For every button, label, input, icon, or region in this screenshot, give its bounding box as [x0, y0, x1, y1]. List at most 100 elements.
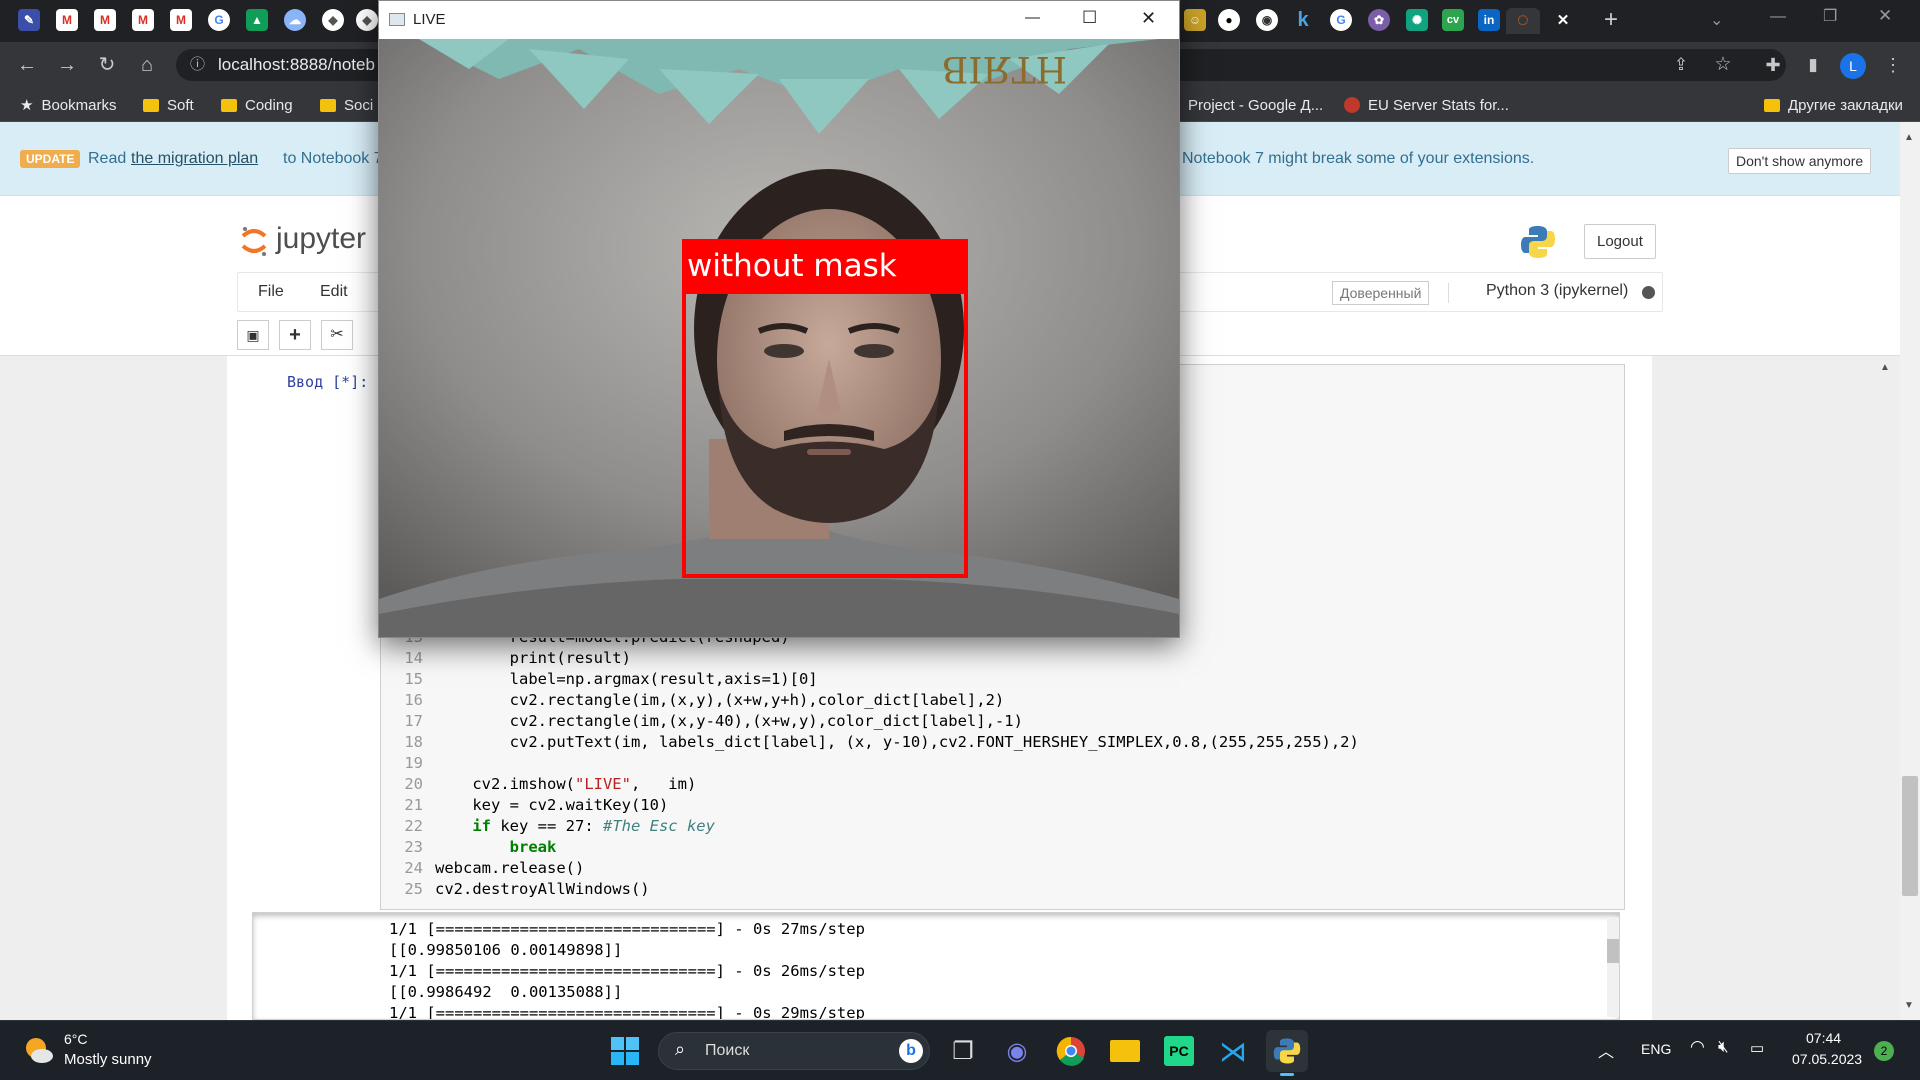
side-panel-icon[interactable]: ▮: [1798, 50, 1828, 80]
code-line[interactable]: 22 if key == 27: #The Esc key: [389, 816, 1359, 837]
bookmark-other-bookmarks[interactable]: Другие закладки: [1764, 94, 1903, 116]
code-line[interactable]: 25 cv2.destroyAllWindows(): [389, 879, 1359, 900]
bookmark-folder-social[interactable]: Soci: [320, 94, 373, 116]
file-explorer-icon[interactable]: [1104, 1030, 1146, 1072]
migration-plan-link[interactable]: the migration plan: [131, 150, 258, 168]
site-info-icon[interactable]: ⓘ: [190, 49, 205, 81]
menu-edit[interactable]: Edit: [320, 283, 348, 301]
live-close-icon[interactable]: ✕: [1141, 8, 1156, 29]
tab-search-icon[interactable]: ⌄: [1710, 10, 1723, 30]
tab-close-icon[interactable]: ✕: [1552, 9, 1574, 31]
alien-tab-icon[interactable]: ◉: [1256, 9, 1278, 31]
jupyter-tab-icon[interactable]: ◌: [1512, 9, 1534, 31]
dont-show-anymore-button[interactable]: Don't show anymore: [1728, 148, 1872, 174]
save-icon[interactable]: ▣: [237, 320, 269, 350]
code-line[interactable]: 23 break: [389, 837, 1359, 858]
game-tab-icon[interactable]: ☺: [1184, 9, 1206, 31]
linkedin-tab-icon[interactable]: in: [1478, 9, 1500, 31]
logout-button[interactable]: Logout: [1584, 224, 1656, 259]
scroll-down-icon[interactable]: ▼: [1904, 1000, 1914, 1011]
live-minimize-icon[interactable]: —: [1025, 9, 1040, 26]
new-tab-button[interactable]: +: [1600, 6, 1622, 33]
cut-icon[interactable]: ✂: [321, 320, 353, 350]
chatgpt-tab-icon[interactable]: ✺: [1406, 9, 1428, 31]
code-line[interactable]: 17 cv2.rectangle(im,(x,y-40),(x+w,y),col…: [389, 711, 1359, 732]
cloud-tab-icon[interactable]: ☁: [284, 9, 306, 31]
pen-tab-icon[interactable]: ✎: [18, 9, 40, 31]
task-view-icon[interactable]: ❐: [942, 1030, 984, 1072]
bing-icon[interactable]: b: [899, 1039, 923, 1063]
pycharm-icon[interactable]: PC: [1164, 1036, 1194, 1066]
reload-icon[interactable]: ↻: [92, 50, 122, 80]
ai-tab-icon[interactable]: ✿: [1368, 9, 1390, 31]
github-tab-icon[interactable]: ●: [1218, 9, 1240, 31]
scroll-up-icon[interactable]: ▲: [1904, 132, 1914, 143]
clock-date[interactable]: 07.05.2023: [1792, 1051, 1862, 1067]
bookmarks-manager[interactable]: ★ Bookmarks: [20, 94, 116, 116]
bookmark-eu-server-stats[interactable]: EU Server Stats for...: [1344, 94, 1509, 116]
code-line[interactable]: 20 cv2.imshow("LIVE", im): [389, 774, 1359, 795]
code-line[interactable]: 24 webcam.release(): [389, 858, 1359, 879]
page-scrollbar[interactable]: ▲ ▼: [1900, 122, 1920, 1020]
chrome-taskbar-icon[interactable]: [1050, 1030, 1092, 1072]
menu-kebab-icon[interactable]: ⋮: [1878, 50, 1908, 80]
window-minimize-icon[interactable]: —: [1770, 8, 1786, 26]
gmail-tab-icon[interactable]: M: [170, 9, 192, 31]
k-tab-icon[interactable]: k: [1292, 9, 1314, 31]
home-icon[interactable]: ⌂: [132, 50, 162, 80]
drop-tab-icon[interactable]: ◆: [322, 9, 344, 31]
tray-overflow-icon[interactable]: ︿: [1598, 1038, 1614, 1062]
jupyter-logo-icon[interactable]: [240, 224, 268, 258]
google-tab-icon[interactable]: G: [208, 9, 230, 31]
vscode-icon[interactable]: ⋊: [1212, 1030, 1254, 1072]
gmail-tab-icon[interactable]: M: [56, 9, 78, 31]
google-drive-tab-icon[interactable]: ▲: [246, 9, 268, 31]
gmail-tab-icon[interactable]: M: [132, 9, 154, 31]
taskbar-search-box[interactable]: ⌕ Поиск b: [658, 1032, 930, 1070]
profile-avatar[interactable]: L: [1840, 53, 1866, 79]
cv-tab-icon[interactable]: cv: [1442, 9, 1464, 31]
weather-temp[interactable]: 6°C: [64, 1031, 88, 1047]
bookmark-star-icon[interactable]: ☆: [1708, 50, 1738, 80]
battery-icon[interactable]: ▭: [1750, 1039, 1764, 1057]
extensions-icon[interactable]: ✚: [1758, 50, 1788, 80]
code-line[interactable]: 21 key = cv2.waitKey(10): [389, 795, 1359, 816]
code-editor[interactable]: 13 result=model.predict(reshaped)14 prin…: [389, 627, 1359, 900]
bookmark-folder-coding[interactable]: Coding: [221, 94, 293, 116]
menu-file[interactable]: File: [258, 283, 284, 301]
notebook-scroll-up-icon[interactable]: ▲: [1880, 362, 1890, 373]
gmail-tab-icon[interactable]: M: [94, 9, 116, 31]
code-line[interactable]: 14 print(result): [389, 648, 1359, 669]
live-window-titlebar[interactable]: LIVE — ☐ ✕: [379, 1, 1179, 39]
bookmark-project-google[interactable]: Project - Google Д...: [1188, 94, 1323, 116]
weather-desc[interactable]: Mostly sunny: [64, 1051, 152, 1068]
drop-tab-icon[interactable]: ◆: [356, 9, 378, 31]
live-maximize-icon[interactable]: ☐: [1082, 8, 1097, 28]
forward-icon[interactable]: →: [52, 50, 82, 80]
google-tab-icon[interactable]: G: [1330, 9, 1352, 31]
output-scrollbar[interactable]: [1607, 917, 1619, 1017]
weather-sun-icon[interactable]: [22, 1034, 54, 1066]
line-number: 21: [404, 796, 423, 814]
wifi-icon[interactable]: ◠: [1690, 1037, 1705, 1057]
python-taskbar-icon[interactable]: [1266, 1030, 1308, 1072]
live-window[interactable]: LIVE — ☐ ✕ without mask HTЯIB: [378, 0, 1180, 638]
clock-time[interactable]: 07:44: [1806, 1030, 1841, 1046]
code-line[interactable]: 18 cv2.putText(im, labels_dict[label], (…: [389, 732, 1359, 753]
code-line[interactable]: 19: [389, 753, 1359, 774]
share-icon[interactable]: ⇪: [1666, 50, 1696, 80]
trusted-indicator[interactable]: Доверенный: [1332, 281, 1430, 305]
scroll-thumb[interactable]: [1902, 776, 1918, 896]
code-line[interactable]: 15 label=np.argmax(result,axis=1)[0]: [389, 669, 1359, 690]
window-close-icon[interactable]: ✕: [1878, 6, 1892, 26]
start-button[interactable]: [604, 1030, 646, 1072]
teams-chat-icon[interactable]: ◉: [996, 1030, 1038, 1072]
back-icon[interactable]: ←: [12, 50, 42, 80]
volume-muted-icon[interactable]: 🔇︎: [1718, 1037, 1729, 1057]
language-indicator[interactable]: ENG: [1641, 1041, 1671, 1057]
window-restore-icon[interactable]: ❐: [1823, 6, 1837, 26]
code-line[interactable]: 16 cv2.rectangle(im,(x,y),(x+w,y+h),colo…: [389, 690, 1359, 711]
notification-badge[interactable]: 2: [1874, 1041, 1894, 1061]
bookmark-folder-soft[interactable]: Soft: [143, 94, 194, 116]
insert-cell-icon[interactable]: +: [279, 320, 311, 350]
